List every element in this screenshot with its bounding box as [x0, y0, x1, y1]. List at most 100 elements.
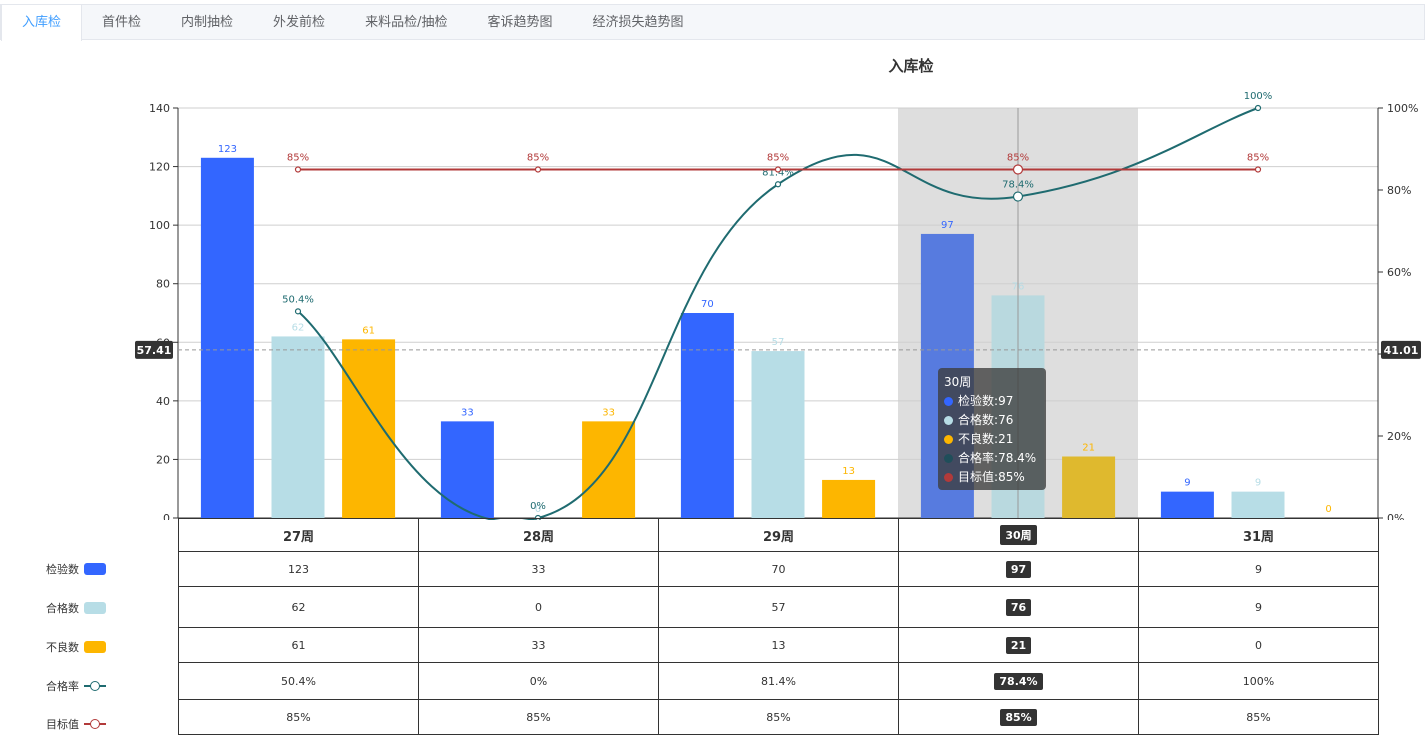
tooltip-series-name: 合格数: [958, 413, 995, 427]
table-cell: 13: [658, 627, 899, 663]
legend-item[interactable]: 检验数: [46, 561, 106, 577]
bar-label: 61: [362, 325, 375, 336]
bar-label: 9: [1184, 478, 1190, 489]
series-dot-icon: [944, 473, 953, 482]
legend-item[interactable]: 不良数: [46, 639, 106, 655]
table-cell: 0: [418, 586, 659, 628]
chart-title: 入库检: [888, 57, 933, 75]
crosshair-right-label: 41.01: [1384, 344, 1419, 357]
bar-2-0: [342, 339, 396, 518]
tab-0[interactable]: 入库检: [1, 5, 83, 41]
table-header-cell: 30周: [898, 518, 1139, 552]
line-label: 0%: [530, 501, 546, 512]
highlighted-cell-value: 97: [1005, 560, 1032, 578]
table-cell: 61: [178, 627, 419, 663]
tab-4[interactable]: 来料品检/抽检: [345, 5, 467, 40]
combo-chart: 0204060801001201400%20%40%60%80%100%入库检1…: [135, 57, 1421, 520]
bar-1-4: [1231, 491, 1285, 518]
tooltip-series-name: 不良数: [958, 432, 995, 446]
series-dot-icon: [944, 416, 953, 425]
highlighted-cell-value: 78.4%: [994, 672, 1043, 690]
bar-0-2: [680, 313, 734, 518]
legend-swatch-icon: [84, 602, 106, 614]
table-cell: 21: [898, 627, 1139, 663]
line-label: 85%: [1007, 153, 1029, 164]
legend-label: 合格数: [46, 602, 79, 615]
legend-item[interactable]: 目标值: [46, 716, 106, 732]
y-tick-label: 40: [156, 395, 170, 408]
legend-item[interactable]: 合格率: [46, 678, 106, 694]
bar-label: 0: [1325, 504, 1331, 515]
legend-line-icon: [84, 718, 106, 730]
bar-label: 13: [842, 466, 855, 477]
tooltip-series-name: 合格率: [958, 451, 995, 465]
legend-label: 不良数: [46, 641, 79, 654]
highlighted-cell-value: 85%: [1000, 708, 1037, 726]
y-tick-label: 100: [149, 219, 170, 232]
table-cell: 0%: [418, 662, 659, 700]
table-header-cell: 28周: [418, 518, 659, 552]
tooltip-series-value: 78.4%: [998, 451, 1037, 465]
legend-line-icon: [84, 680, 106, 692]
line-label: 85%: [287, 153, 309, 164]
tooltip-row: 合格率 : 78.4%: [944, 449, 1040, 468]
tab-6[interactable]: 经济损失趋势图: [572, 5, 703, 40]
tab-3[interactable]: 外发前检: [253, 5, 345, 40]
line-point-1-3: [1012, 164, 1024, 175]
highlighted-cell-value: 21: [1005, 636, 1032, 654]
table-row: 61 33 13 21 0: [178, 627, 1379, 663]
bar-0-4: [1160, 491, 1214, 518]
table-header-cell: 31周: [1138, 518, 1379, 552]
legend-label: 目标值: [46, 718, 79, 731]
series-dot-icon: [944, 454, 953, 463]
legend-label: 合格率: [46, 680, 79, 693]
tooltip-row: 合格数 : 76: [944, 411, 1040, 430]
table-header-cell: 29周: [658, 518, 899, 552]
bar-label: 21: [1082, 443, 1095, 454]
tooltip-series-name: 目标值: [958, 470, 995, 484]
y-tick-label: 0: [163, 512, 170, 520]
line-label: 50.4%: [282, 294, 314, 305]
tab-1[interactable]: 首件检: [82, 5, 161, 40]
line-point-1-1: [534, 166, 542, 173]
table-row: 62 0 57 76 9: [178, 586, 1379, 628]
tooltip-row: 目标值 : 85%: [944, 468, 1040, 487]
line-point-1-2: [774, 166, 782, 173]
table-cell: 33: [418, 627, 659, 663]
line-point-0-4: [1254, 104, 1262, 112]
bar-0-0: [200, 157, 254, 519]
table-cell: 85%: [898, 699, 1139, 735]
table-cell: 85%: [658, 699, 899, 735]
table-cell: 57: [658, 586, 899, 628]
legend-item[interactable]: 合格数: [46, 600, 106, 616]
bar-1-0: [271, 336, 325, 518]
table-header-row: 27周 28周 29周 30周 31周: [178, 518, 1379, 552]
tooltip-row: 不良数 : 21: [944, 430, 1040, 449]
bar-label: 97: [941, 220, 954, 231]
y2-tick-label: 20%: [1387, 430, 1411, 443]
y-tick-label: 120: [149, 161, 170, 174]
line-label: 85%: [767, 153, 789, 164]
bar-label: 123: [218, 144, 237, 155]
highlighted-header-label: 30周: [1000, 525, 1037, 545]
tab-5[interactable]: 客诉趋势图: [467, 5, 572, 40]
table-cell: 9: [1138, 586, 1379, 628]
y-tick-label: 80: [156, 278, 170, 291]
page: 入库检首件检内制抽检外发前检来料品检/抽检客诉趋势图经济损失趋势图 020406…: [0, 0, 1425, 741]
tab-2[interactable]: 内制抽检: [161, 5, 253, 40]
table-cell: 85%: [1138, 699, 1379, 735]
tooltip-series-value: 21: [998, 432, 1014, 446]
table-cell: 76: [898, 586, 1139, 628]
table-cell: 33: [418, 551, 659, 587]
tooltip-series-value: 97: [998, 394, 1014, 408]
tooltip-series-value: 85%: [998, 470, 1025, 484]
tooltip-title: 30周: [944, 375, 972, 389]
y2-tick-label: 60%: [1387, 266, 1411, 279]
legend-swatch-icon: [84, 641, 106, 653]
series-dot-icon: [944, 397, 953, 406]
table-row: 50.4% 0% 81.4% 78.4% 100%: [178, 662, 1379, 700]
table-cell: 0: [1138, 627, 1379, 663]
table-cell: 85%: [178, 699, 419, 735]
line-label: 85%: [527, 153, 549, 164]
chart-tooltip: 30周 检验数 : 97 合格数 : 76 不良数 : 21 合格率 : 78.4% 目…: [938, 368, 1046, 490]
